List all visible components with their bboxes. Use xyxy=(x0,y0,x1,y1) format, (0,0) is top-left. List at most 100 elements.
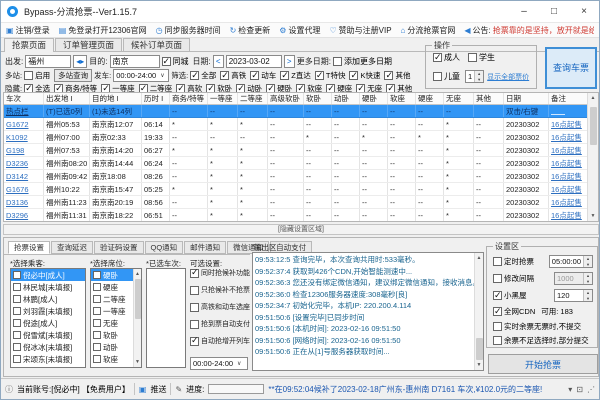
seat-item[interactable]: 动卧 xyxy=(91,341,133,353)
table-header-cell[interactable]: 硬座 xyxy=(416,93,444,104)
table-header-cell[interactable]: 商务/特等 xyxy=(170,93,208,104)
menu-item[interactable]: ↻ 检查更新 xyxy=(230,25,271,36)
main-tab[interactable]: 候补订单页面 xyxy=(123,38,190,52)
passenger-item[interactable]: 倪冰冰[未填报] xyxy=(11,341,85,353)
train-number-link[interactable]: G198 xyxy=(6,146,24,155)
sale-note-link[interactable]: 16点起售 xyxy=(551,145,582,156)
settings-tab[interactable]: 验证码设置 xyxy=(94,241,144,254)
timer-stepper[interactable]: 05:00:00▴▾ xyxy=(549,255,593,268)
no-submit-checkbox[interactable]: 实时余票无票时,不提交 xyxy=(493,321,581,332)
blackroom-stepper[interactable]: 120▴▾ xyxy=(554,289,593,302)
sale-note-link[interactable]: 16点起售 xyxy=(551,184,582,195)
start-grab-button[interactable]: 开始抢票 xyxy=(488,354,598,374)
seat-item[interactable]: 二等座 xyxy=(91,293,133,305)
same-city-checkbox[interactable]: 同城 xyxy=(162,56,189,67)
table-header-cell[interactable]: 二等座 xyxy=(238,93,268,104)
menu-item[interactable]: ▣ 注销/登录 xyxy=(6,25,50,36)
cdn-checkbox[interactable]: 全网CDN xyxy=(493,306,535,317)
scroll-down-icon[interactable]: ▼ xyxy=(591,211,596,221)
dest-station-input[interactable] xyxy=(110,55,160,68)
table-row[interactable]: D3136 福州南11:23 南京南20:19 08:56 -- * * -- … xyxy=(4,196,589,209)
sale-note-link[interactable]: 16点起售 xyxy=(551,171,582,182)
train-number-link[interactable]: K1092 xyxy=(6,133,28,142)
scrollbar-thumb[interactable] xyxy=(135,279,141,319)
child-count-stepper[interactable]: 1▴▾ xyxy=(465,70,484,83)
child-checkbox[interactable]: 儿童 xyxy=(433,71,460,82)
sale-note-link[interactable]: 16点起售 xyxy=(551,132,582,143)
main-tab[interactable]: 抢票页面 xyxy=(4,38,54,52)
menu-item[interactable]: ⚙ 设置代理 xyxy=(279,25,320,36)
passenger-item[interactable]: 倪雪斌[未填报] xyxy=(11,329,85,341)
passenger-item[interactable]: 倪途[成人] xyxy=(11,317,85,329)
interval-checkbox[interactable]: 修改间隔 xyxy=(493,273,534,284)
seat-item[interactable]: 一等座 xyxy=(91,305,133,317)
multi-query-button[interactable]: 多站查询 xyxy=(54,69,92,82)
sale-note-link[interactable] xyxy=(551,107,565,115)
seat-item[interactable]: 软座 xyxy=(91,353,133,365)
tray-arrow-icon[interactable]: ▾ xyxy=(568,385,572,394)
adult-checkbox[interactable]: 成人 xyxy=(433,52,460,63)
option-checkbox[interactable]: 只抢候补不抢票 xyxy=(190,285,252,295)
table-row[interactable]: 热点栏 (T)已选0列 (1)未选14列 -- -- -- -- -- -- -… xyxy=(4,105,589,118)
seat-item[interactable]: 硬卧 xyxy=(91,269,133,281)
selected-trains-box[interactable] xyxy=(146,268,186,368)
stepper-arrows[interactable]: ▴▾ xyxy=(583,290,592,301)
resize-grip-icon[interactable]: ⋰ xyxy=(587,385,595,394)
scroll-up-icon[interactable]: ▲ xyxy=(477,253,482,263)
option-checkbox[interactable]: 同时抢候补功能 xyxy=(190,268,252,278)
menu-item[interactable]: ♡ 赞助与注册VIP xyxy=(329,25,391,36)
table-row[interactable]: G1676 福州10:22 南京南15:47 05:25 * * * -- --… xyxy=(4,183,589,196)
scroll-down-icon[interactable]: ▼ xyxy=(477,360,482,370)
train-type-checkbox[interactable]: K快速 xyxy=(349,70,380,81)
scroll-down-icon[interactable]: ▼ xyxy=(135,357,140,367)
table-row[interactable]: D3296 福州南11:31 南京南18:22 06:51 -- * * -- … xyxy=(4,209,589,222)
student-checkbox[interactable]: 学生 xyxy=(468,52,495,63)
table-header-cell[interactable]: 备注 xyxy=(549,93,589,104)
train-type-checkbox[interactable]: 全部 xyxy=(190,70,216,81)
passenger-item[interactable]: 林鹏[成人] xyxy=(11,293,85,305)
date-input[interactable] xyxy=(226,55,282,68)
table-header-cell[interactable]: 其他 xyxy=(474,93,504,104)
table-header-cell[interactable]: 车次 xyxy=(4,93,44,104)
push-label[interactable]: 推送 xyxy=(150,384,166,395)
passenger-item[interactable]: 倪必中[成人] xyxy=(11,269,85,281)
table-row[interactable]: D3142 福州南09:42 南京18:08 08:26 -- * * -- -… xyxy=(4,170,589,183)
table-header-cell[interactable]: 出发地 I xyxy=(44,93,90,104)
option-checkbox[interactable]: 高铁和动车选座 xyxy=(190,302,252,312)
settings-tab[interactable]: QQ通知 xyxy=(145,241,184,254)
train-number-link[interactable]: D3296 xyxy=(6,211,28,220)
table-header-cell[interactable]: 高级软卧 xyxy=(268,93,304,104)
table-header-cell[interactable]: 无座 xyxy=(444,93,474,104)
scrollbar-thumb[interactable] xyxy=(590,107,597,145)
date-next-button[interactable]: > xyxy=(284,55,295,68)
date-prev-button[interactable]: < xyxy=(213,55,224,68)
minimize-button[interactable]: – xyxy=(509,1,539,22)
monitor-icon[interactable]: ⊡ xyxy=(576,385,583,394)
sale-note-link[interactable]: 16点起售 xyxy=(551,119,582,130)
depart-time-select[interactable]: 00:00-24:00∨ xyxy=(113,69,169,82)
table-header-cell[interactable]: 历时 I xyxy=(142,93,170,104)
train-time-range-select[interactable]: 00:00-24:00∨ xyxy=(190,357,248,370)
seat-item[interactable]: 无座 xyxy=(91,317,133,329)
table-header-cell[interactable]: 一等座 xyxy=(208,93,238,104)
table-row[interactable]: G198 福州07:53 南京南14:20 06:27 * * * -- -- … xyxy=(4,144,589,157)
option-checkbox[interactable]: 自动抢增开列车 xyxy=(190,336,252,346)
train-number-link[interactable]: 热点栏 xyxy=(6,106,29,117)
table-header-cell[interactable]: 软卧 xyxy=(304,93,332,104)
add-more-dates-checkbox[interactable]: 添加更多日期 xyxy=(333,56,392,67)
table-row[interactable]: D3236 福州南08:20 南京南14:44 06:24 -- * * -- … xyxy=(4,157,589,170)
output-scrollbar[interactable]: ▲ ▼ xyxy=(474,253,483,370)
train-type-checkbox[interactable]: Z直达 xyxy=(280,70,311,81)
passenger-item[interactable]: 宋颂东[未填报] xyxy=(11,353,85,365)
train-type-checkbox[interactable]: T特快 xyxy=(315,70,346,81)
main-tab[interactable]: 订单管理页面 xyxy=(55,38,122,52)
seat-item[interactable]: 软卧 xyxy=(91,329,133,341)
sale-note-link[interactable]: 16点起售 xyxy=(551,158,582,169)
depart-station-input[interactable] xyxy=(25,55,71,68)
train-number-link[interactable]: G1672 xyxy=(6,120,29,129)
show-all-price-link[interactable]: 显示全部票价 xyxy=(487,72,529,82)
settings-tab[interactable]: 查询延迟 xyxy=(51,241,93,254)
timer-checkbox[interactable]: 定时抢票 xyxy=(493,256,534,267)
train-type-checkbox[interactable]: 其他 xyxy=(384,70,410,81)
stepper-arrows[interactable]: ▴▾ xyxy=(583,256,592,267)
